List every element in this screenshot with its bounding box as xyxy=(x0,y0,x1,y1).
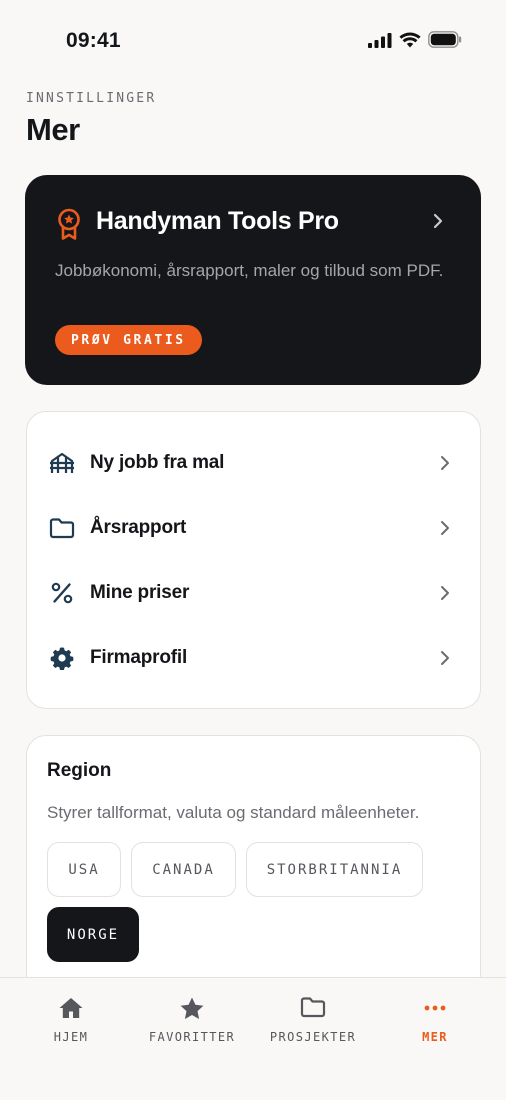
region-option-norway[interactable]: NORGE xyxy=(47,907,139,962)
page-title: Mer xyxy=(26,112,80,147)
menu-item-label: Firmaprofil xyxy=(90,647,188,668)
gear-icon xyxy=(49,645,75,671)
tab-label: PROSJEKTER xyxy=(269,1030,357,1044)
battery-icon xyxy=(428,31,462,48)
tab-home[interactable]: HJEM xyxy=(8,978,134,1058)
status-icons xyxy=(368,31,462,48)
menu-item-new-job-from-template[interactable]: Ny jobb fra mal xyxy=(27,435,480,491)
percent-icon xyxy=(49,580,75,606)
pro-description: Jobbøkonomi, årsrapport, maler og tilbud… xyxy=(55,261,444,280)
menu-item-label: Mine priser xyxy=(90,582,190,603)
home-icon xyxy=(59,998,83,1018)
try-free-button[interactable]: PRØV GRATIS xyxy=(55,325,202,355)
region-description: Styrer tallformat, valuta og standard må… xyxy=(47,803,420,822)
template-icon xyxy=(49,450,75,476)
pro-upsell-card[interactable]: Handyman Tools Pro Jobbøkonomi, årsrappo… xyxy=(25,175,481,385)
tab-more[interactable]: MER xyxy=(372,978,498,1058)
wifi-icon xyxy=(399,32,421,47)
tab-label: MER xyxy=(422,1030,448,1044)
region-title: Region xyxy=(47,760,112,781)
folder-icon xyxy=(49,515,75,541)
region-option-uk[interactable]: STORBRITANNIA xyxy=(246,842,423,897)
section-eyebrow: INNSTILLINGER xyxy=(26,91,157,106)
menu-item-label: Ny jobb fra mal xyxy=(90,452,225,473)
tab-favorites[interactable]: FAVORITTER xyxy=(129,978,255,1058)
region-card: Region Styrer tallformat, valuta og stan… xyxy=(26,735,481,995)
folder-icon xyxy=(300,997,326,1018)
award-icon xyxy=(58,208,80,240)
tab-label: FAVORITTER xyxy=(148,1030,236,1044)
menu-item-my-prices[interactable]: Mine priser xyxy=(27,565,480,621)
status-time: 09:41 xyxy=(66,29,121,52)
chevron-right-icon xyxy=(433,213,443,229)
chevron-right-icon xyxy=(441,586,449,600)
pro-title: Handyman Tools Pro xyxy=(96,207,339,235)
menu-list: Ny jobb fra mal Årsrapport Mine priser F… xyxy=(26,411,481,709)
tab-bar: HJEM FAVORITTER PROSJEKTER MER xyxy=(0,977,506,1100)
menu-item-label: Årsrapport xyxy=(90,517,187,538)
more-icon xyxy=(424,1005,446,1011)
tab-projects[interactable]: PROSJEKTER xyxy=(250,978,376,1058)
chevron-right-icon xyxy=(441,521,449,535)
chevron-right-icon xyxy=(441,651,449,665)
region-option-canada[interactable]: CANADA xyxy=(131,842,236,897)
chevron-right-icon xyxy=(441,456,449,470)
star-icon xyxy=(180,997,204,1019)
menu-item-company-profile[interactable]: Firmaprofil xyxy=(27,630,480,686)
menu-item-annual-report[interactable]: Årsrapport xyxy=(27,500,480,556)
region-option-usa[interactable]: USA xyxy=(47,842,121,897)
status-bar: 09:41 xyxy=(0,0,506,80)
signal-icon xyxy=(368,32,392,48)
tab-label: HJEM xyxy=(53,1030,89,1044)
